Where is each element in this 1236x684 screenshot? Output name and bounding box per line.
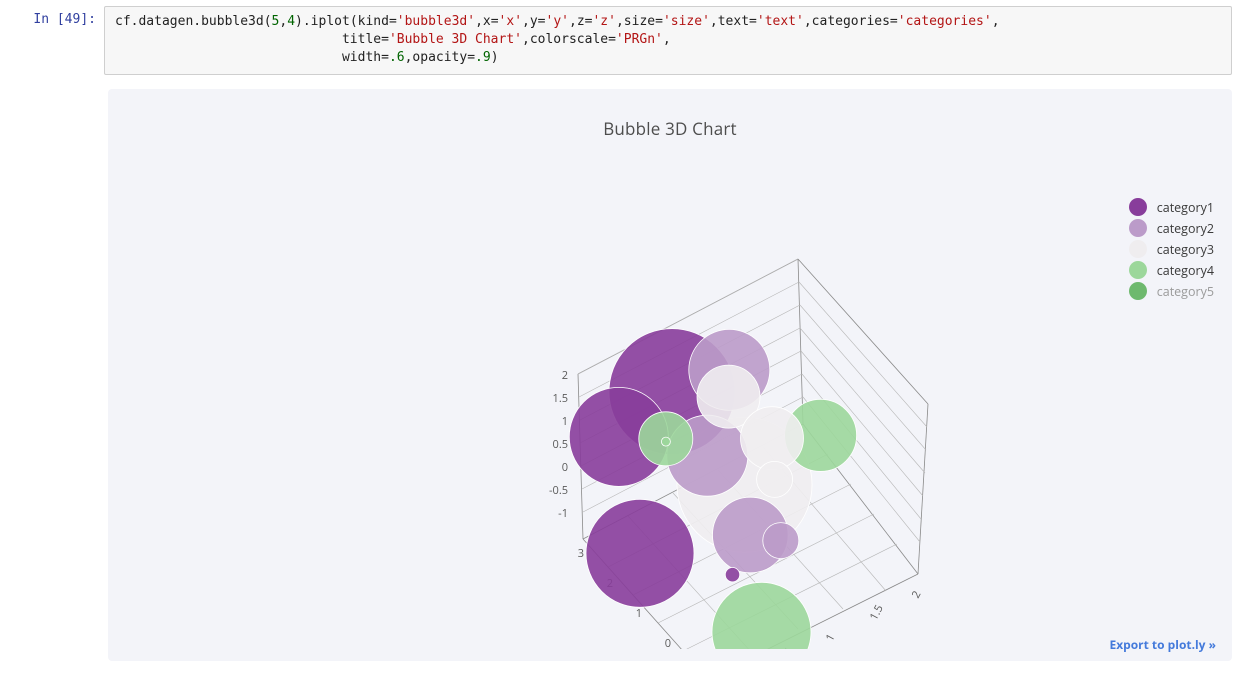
code-token: 'x' (499, 14, 522, 29)
page-root: In [49]: cf.datagen.bubble3d(5,4).iplot(… (0, 0, 1236, 684)
legend-item-category2[interactable]: category2 (1129, 218, 1214, 239)
code-input[interactable]: cf.datagen.bubble3d(5,4).iplot(kind='bub… (104, 6, 1232, 75)
svg-text:2: 2 (908, 588, 924, 601)
code-token: , (992, 14, 1000, 29)
svg-text:1.5: 1.5 (866, 602, 887, 623)
plot-3d-scene[interactable]: 2 1.5 1 0.5 0 -0.5 -1 3 2 1 0 -1 0 0.5 1 (408, 179, 968, 649)
legend-item-category5[interactable]: category5 (1129, 281, 1214, 302)
bubble-category2[interactable] (763, 522, 799, 558)
legend-swatch-icon (1129, 282, 1147, 300)
svg-text:3: 3 (578, 546, 584, 561)
bubble-category3[interactable] (741, 406, 804, 469)
svg-text:0: 0 (562, 460, 568, 475)
svg-text:1: 1 (562, 414, 568, 429)
code-token: .9 (475, 50, 491, 65)
bubble-category4[interactable] (712, 582, 811, 649)
code-token: 'size' (663, 14, 710, 29)
code-token: ) (491, 50, 499, 65)
legend-label: category2 (1157, 220, 1214, 237)
bubble-category3[interactable] (757, 461, 793, 497)
code-token: 4 (287, 14, 295, 29)
code-token: 'y' (546, 14, 569, 29)
code-token: ,size= (616, 14, 663, 29)
legend-swatch-icon (1129, 198, 1147, 216)
plot-output: Bubble 3D Chart category1 category2 cate… (108, 89, 1232, 661)
legend-item-category1[interactable]: category1 (1129, 197, 1214, 218)
code-token: cf.datagen.bubble3d( (115, 14, 272, 29)
legend-swatch-icon (1129, 261, 1147, 279)
legend-item-category4[interactable]: category4 (1129, 260, 1214, 281)
legend-label: category1 (1157, 199, 1214, 216)
svg-text:1: 1 (636, 606, 642, 621)
code-cell: In [49]: cf.datagen.bubble3d(5,4).iplot(… (0, 0, 1236, 75)
code-token: ).iplot(kind= (295, 14, 397, 29)
code-token: ,colorscale= (522, 32, 616, 47)
plot-title: Bubble 3D Chart (108, 117, 1232, 140)
code-token: 'PRGn' (616, 32, 663, 47)
code-token: ,text= (710, 14, 757, 29)
code-token: .6 (389, 50, 405, 65)
code-token: ,y= (522, 14, 545, 29)
bubble-category1[interactable] (586, 499, 694, 607)
code-token: width= (115, 50, 389, 65)
bubble-layer (569, 328, 856, 648)
code-token: 'Bubble 3D Chart' (389, 32, 522, 47)
legend-label: category5 (1157, 283, 1214, 300)
code-token: 'categories' (898, 14, 992, 29)
code-token: ,x= (475, 14, 498, 29)
code-token: 'bubble3d' (397, 14, 475, 29)
code-token: ,categories= (804, 14, 898, 29)
bubble-category1[interactable] (725, 567, 739, 581)
svg-text:0.5: 0.5 (553, 437, 568, 452)
svg-text:-0.5: -0.5 (549, 483, 568, 498)
axis-z-ticks: 2 1.5 1 0.5 0 -0.5 -1 (549, 368, 568, 521)
svg-text:1.5: 1.5 (553, 391, 568, 406)
legend-swatch-icon (1129, 240, 1147, 258)
plot-legend: category1 category2 category3 category4 … (1129, 197, 1214, 302)
export-link[interactable]: Export to plot.ly » (1109, 636, 1216, 653)
svg-text:-1: -1 (558, 506, 568, 521)
code-token: 'z' (592, 14, 615, 29)
svg-text:2: 2 (562, 368, 568, 383)
code-token: title= (115, 32, 389, 47)
legend-swatch-icon (1129, 219, 1147, 237)
legend-label: category4 (1157, 262, 1214, 279)
code-token: ,z= (569, 14, 592, 29)
legend-label: category3 (1157, 241, 1214, 258)
bubble-category4[interactable] (661, 437, 670, 446)
code-token: 'text' (757, 14, 804, 29)
svg-text:0: 0 (665, 636, 671, 649)
code-token: ,opacity= (405, 50, 475, 65)
input-prompt: In [49]: (0, 6, 104, 27)
code-token: , (663, 32, 671, 47)
legend-item-category3[interactable]: category3 (1129, 239, 1214, 260)
svg-text:1: 1 (822, 631, 838, 644)
